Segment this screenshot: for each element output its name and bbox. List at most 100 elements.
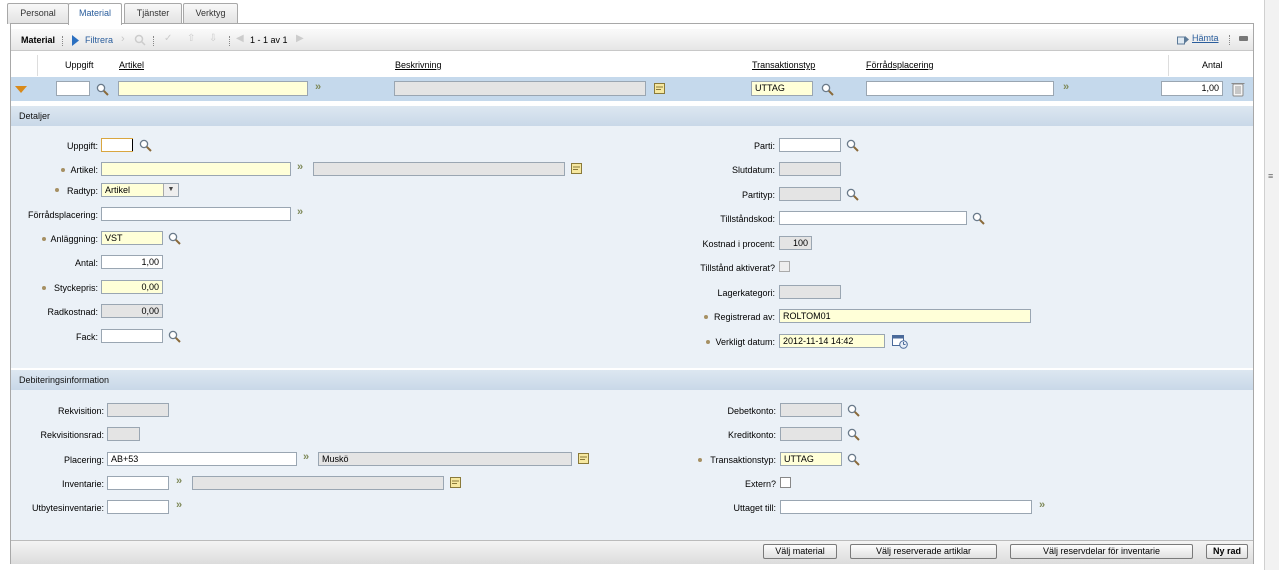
- double-chevron-icon[interactable]: »: [297, 161, 303, 173]
- double-chevron-icon[interactable]: »: [315, 81, 321, 93]
- search-icon[interactable]: [821, 83, 834, 96]
- lagerkategori-field: [779, 285, 841, 299]
- tab-tjanster[interactable]: Tjänster: [124, 3, 182, 24]
- calendar-clock-icon[interactable]: [892, 334, 908, 349]
- tillstand-aktiverat-checkbox[interactable]: [779, 261, 790, 272]
- notes-icon[interactable]: [578, 453, 590, 465]
- double-chevron-icon[interactable]: »: [176, 475, 182, 487]
- required-indicator: [42, 237, 46, 241]
- download-icon[interactable]: [1177, 34, 1190, 45]
- tillstandskod-input[interactable]: [779, 211, 967, 225]
- label-radkostnad: Radkostnad:: [47, 307, 98, 317]
- valj-reserverade-artiklar-button[interactable]: Välj reserverade artiklar: [850, 544, 997, 559]
- fetch-link[interactable]: Hämta: [1192, 33, 1219, 43]
- trash-icon[interactable]: [1231, 81, 1245, 97]
- next-page-icon[interactable]: ▶: [296, 33, 304, 44]
- notes-icon[interactable]: [654, 83, 666, 95]
- anlaggning-input[interactable]: VST: [101, 231, 163, 245]
- tab-material[interactable]: Material: [68, 3, 122, 25]
- registrerad-av-input[interactable]: ROLTOM01: [779, 309, 1031, 323]
- section-details-header: Detaljer: [11, 106, 1253, 126]
- ny-rad-button[interactable]: Ny rad: [1206, 544, 1248, 559]
- double-chevron-icon[interactable]: »: [297, 206, 303, 218]
- valj-material-button[interactable]: Välj material: [763, 544, 837, 559]
- row-uppgift-input[interactable]: [56, 81, 90, 96]
- parti-input[interactable]: [779, 138, 841, 152]
- forradsplacering-input[interactable]: [101, 207, 291, 221]
- inventarie-input[interactable]: [107, 476, 169, 490]
- search-icon[interactable]: [847, 404, 860, 417]
- label-billing-transaktionstyp: Transaktionstyp:: [710, 455, 776, 465]
- search-icon[interactable]: [96, 83, 109, 96]
- row-forradsplacering-input[interactable]: [866, 81, 1054, 96]
- label-verkligt-datum: Verkligt datum:: [715, 337, 775, 347]
- search-icon[interactable]: [846, 139, 859, 152]
- filter-link[interactable]: Filtrera: [85, 35, 113, 45]
- search-icon[interactable]: [168, 330, 181, 343]
- rekvisition-field: [107, 403, 169, 417]
- filter-icon[interactable]: [71, 35, 79, 46]
- chevron-down-icon[interactable]: ▼: [163, 184, 178, 196]
- label-rekvisition: Rekvisition:: [57, 406, 104, 416]
- artikel-input[interactable]: [101, 162, 291, 176]
- row-transaktionstyp-input[interactable]: UTTAG: [751, 81, 813, 96]
- extern-checkbox[interactable]: [780, 477, 791, 488]
- tab-personal[interactable]: Personal: [7, 3, 69, 24]
- double-chevron-icon[interactable]: »: [176, 499, 182, 511]
- billing-transaktionstyp-input[interactable]: UTTAG: [780, 452, 842, 466]
- verkligt-datum-input[interactable]: 2012-11-14 14:42: [779, 334, 885, 348]
- required-indicator: [698, 458, 702, 462]
- row-artikel-input[interactable]: [118, 81, 308, 96]
- arrow-down-disabled-icon[interactable]: ⇩: [209, 33, 217, 44]
- kostnad-procent-field: 100: [779, 236, 812, 250]
- prev-page-icon[interactable]: ◀: [236, 33, 244, 44]
- toolbar-title: Material: [21, 35, 56, 45]
- col-transaktionstyp[interactable]: Transaktionstyp: [752, 60, 815, 70]
- label-anlaggning: Anläggning:: [50, 234, 98, 244]
- label-registrerad-av: Registrerad av:: [713, 312, 775, 322]
- splitter-grip-icon[interactable]: ≡: [1268, 171, 1273, 181]
- separator: [229, 36, 230, 46]
- scrollbar[interactable]: ≡: [1264, 0, 1279, 570]
- notes-icon[interactable]: [450, 477, 462, 489]
- uttaget-till-input[interactable]: [780, 500, 1032, 514]
- uppgift-input[interactable]: [101, 138, 133, 152]
- search-icon[interactable]: [847, 453, 860, 466]
- antal-input[interactable]: 1,00: [101, 255, 163, 269]
- search-disabled-icon[interactable]: [134, 34, 146, 46]
- expand-arrow-icon[interactable]: [15, 86, 27, 93]
- col-forradsplacering[interactable]: Förrådsplacering: [866, 60, 934, 70]
- chevron-right-icon[interactable]: ›: [121, 33, 125, 45]
- styckepris-input[interactable]: 0,00: [101, 280, 163, 294]
- search-icon[interactable]: [168, 232, 181, 245]
- label-slutdatum: Slutdatum:: [731, 165, 775, 175]
- label-antal: Antal:: [74, 258, 98, 268]
- fack-input[interactable]: [101, 329, 163, 343]
- notes-icon[interactable]: [571, 163, 583, 175]
- arrow-up-disabled-icon[interactable]: ⇧: [187, 33, 195, 44]
- double-chevron-icon[interactable]: »: [1039, 499, 1045, 511]
- required-indicator: [55, 188, 59, 192]
- col-artikel[interactable]: Artikel: [119, 60, 144, 70]
- minimize-icon[interactable]: [1239, 36, 1248, 41]
- search-icon[interactable]: [139, 139, 152, 152]
- check-disabled-icon[interactable]: ✓: [164, 33, 172, 44]
- label-tillstand-aktiverat: Tillstånd aktiverat?: [700, 263, 775, 273]
- placering-input[interactable]: AB+53: [107, 452, 297, 466]
- label-kreditkonto: Kreditkonto:: [727, 430, 776, 440]
- row-antal-input[interactable]: 1,00: [1161, 81, 1223, 96]
- search-icon[interactable]: [847, 428, 860, 441]
- tab-verktyg[interactable]: Verktyg: [183, 3, 238, 24]
- label-lagerkategori: Lagerkategori:: [717, 288, 775, 298]
- valj-reservdelar-button[interactable]: Välj reservdelar för inventarie: [1010, 544, 1193, 559]
- separator: [1229, 35, 1230, 45]
- search-icon[interactable]: [846, 188, 859, 201]
- radtyp-value: Artikel: [105, 185, 131, 195]
- utbytesinventarie-input[interactable]: [107, 500, 169, 514]
- required-indicator: [61, 168, 65, 172]
- col-beskrivning[interactable]: Beskrivning: [395, 60, 442, 70]
- double-chevron-icon[interactable]: »: [303, 451, 309, 463]
- label-partityp: Partityp:: [741, 190, 775, 200]
- double-chevron-icon[interactable]: »: [1063, 81, 1069, 93]
- search-icon[interactable]: [972, 212, 985, 225]
